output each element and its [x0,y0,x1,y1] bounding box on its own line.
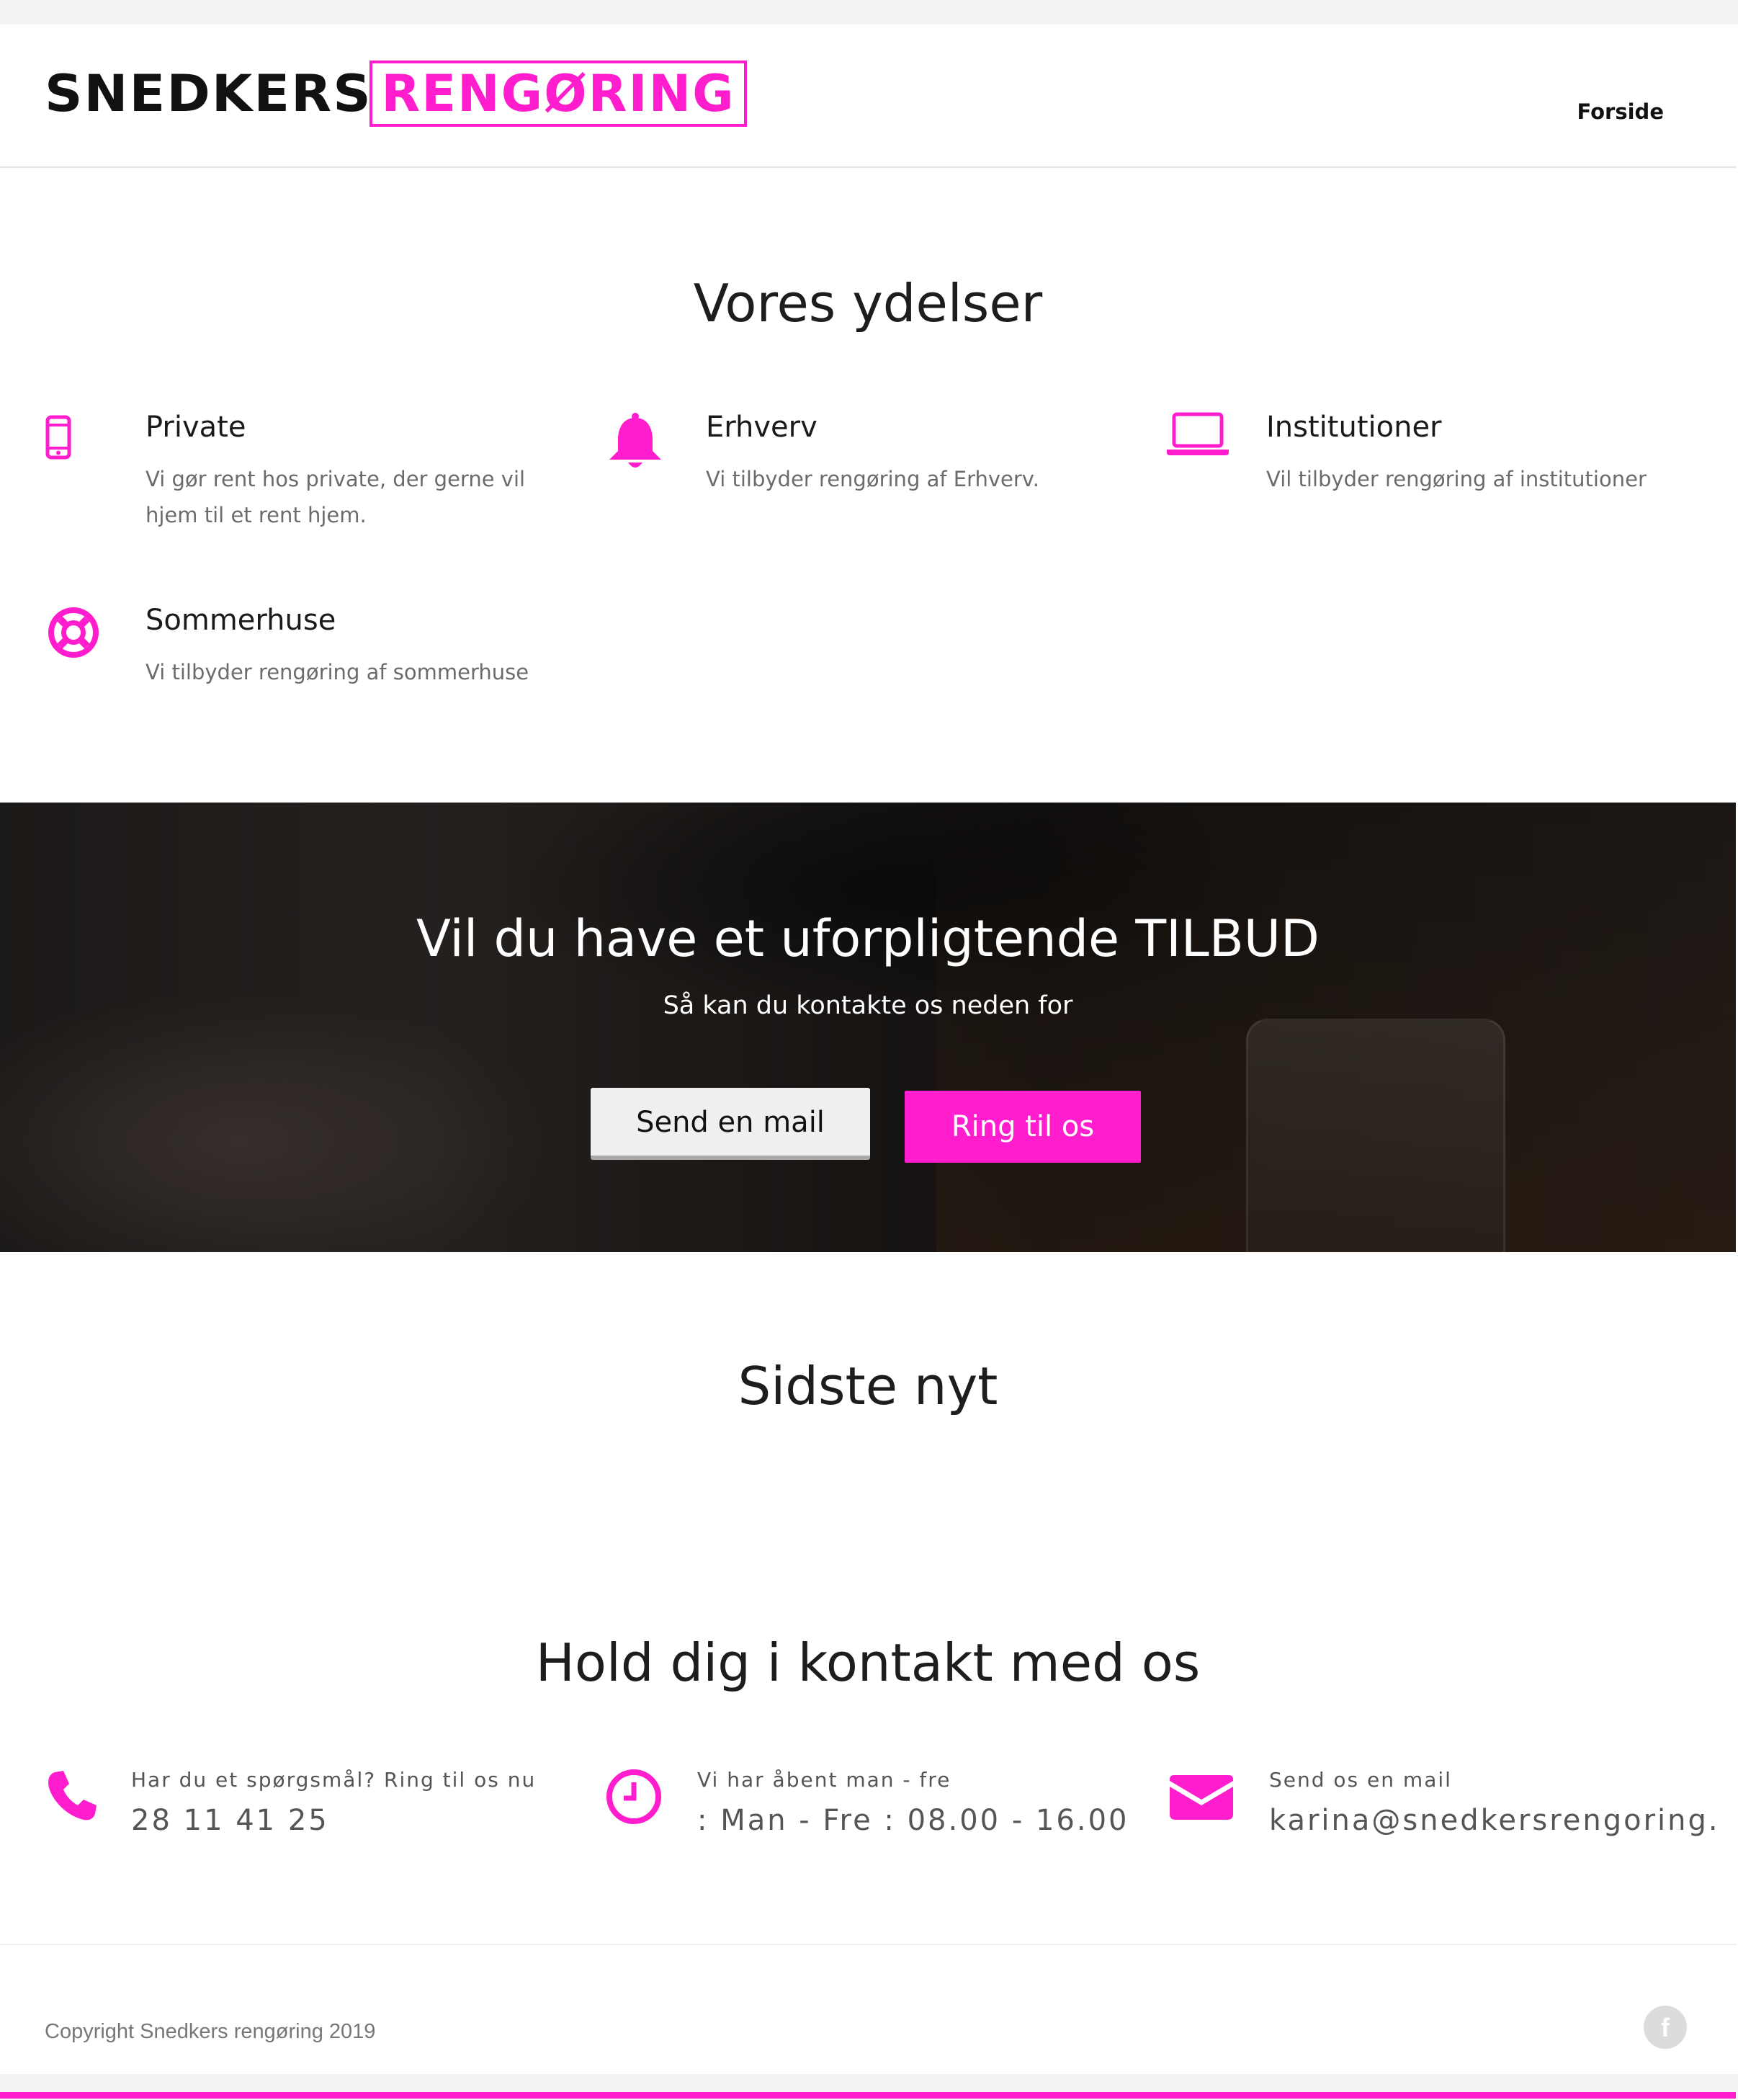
nav-item-forside[interactable]: Forside [1577,99,1665,124]
footer-divider [0,1944,1736,1945]
browser-page: SNEDKERS RENGØRING Forside Vores ydelser… [0,0,1738,2100]
logo-text-dark: SNEDKERS [45,64,372,123]
envelope-icon [1170,1775,1233,1820]
contact-heading: Hold dig i kontakt med os [535,1632,1201,1693]
facebook-icon[interactable]: f [1644,2006,1687,2049]
site-logo[interactable]: SNEDKERS RENGØRING [45,61,747,127]
site-frame: SNEDKERS RENGØRING Forside Vores ydelser… [0,24,1738,2099]
service-description: Vi tilbyder rengøring af Erhverv. [706,467,1039,491]
footer-accent-bar [0,2092,1736,2099]
site-header: SNEDKERS RENGØRING Forside [0,24,1736,168]
contact-label: Har du et spørgsmål? Ring til os nu [131,1768,537,1792]
cta-subheading: Så kan du kontakte os neden for [663,991,1073,1020]
service-description: Vi gør rent hos private, der gerne vil h… [145,467,526,527]
call-us-button[interactable]: Ring til os [905,1091,1141,1163]
copyright-text: Copyright Snedkers rengøring 2019 [45,2020,376,2043]
phone-icon [48,1771,97,1820]
cta-banner: Vil du have et uforpligtende TILBUD Så k… [0,803,1736,1252]
email-address[interactable]: karina@snedkersrengoring. [1269,1804,1720,1837]
cta-heading: Vil du have et uforpligtende TILBUD [416,909,1320,968]
clock-icon [606,1769,661,1824]
opening-hours: : Man - Fre : 08.00 - 16.00 [697,1804,1129,1837]
bell-icon [609,413,661,468]
services-heading: Vores ydelser [693,273,1043,334]
service-title: Erhverv [706,411,818,444]
contact-label: Vi har åbent man - fre [697,1768,951,1792]
service-title: Institutioner [1266,411,1442,444]
phone-number[interactable]: 28 11 41 25 [131,1804,329,1837]
banner-overlay [0,803,1736,1252]
mobile-phone-icon [45,415,71,460]
service-title: Private [145,411,246,444]
laptop-icon [1167,412,1229,455]
send-mail-button[interactable]: Send en mail [591,1088,870,1160]
life-ring-icon [48,607,99,658]
news-heading: Sidste nyt [738,1356,998,1416]
service-description: Vil tilbyder rengøring af institutioner [1266,467,1647,491]
contact-label: Send os en mail [1269,1768,1452,1792]
service-description: Vi tilbyder rengøring af sommerhuse [145,660,529,684]
logo-text-pink: RENGØRING [369,61,747,127]
service-title: Sommerhuse [145,604,336,637]
